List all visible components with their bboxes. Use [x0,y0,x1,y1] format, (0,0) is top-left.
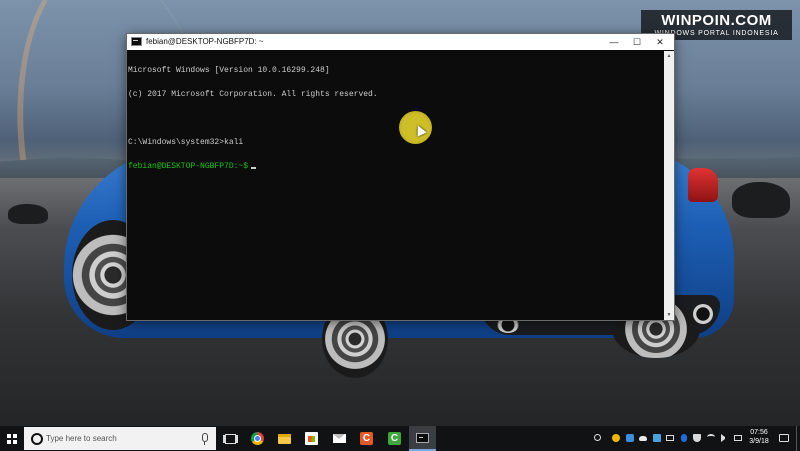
taskbar: C C 07:56 3/9/18 [0,426,800,451]
tray-photos[interactable] [651,426,663,451]
search-input[interactable] [46,427,196,450]
windows-logo-icon [7,434,17,444]
car-exhaust [693,304,713,324]
tray-bluetooth[interactable] [678,426,690,451]
taskbar-app-file-explorer[interactable] [271,426,298,451]
cortana-icon [31,433,43,445]
tray-wifi[interactable] [705,426,717,451]
taskbar-app-camtasia-recorder[interactable]: C [353,426,380,451]
action-center-icon[interactable] [779,434,789,442]
battery-icon [666,435,674,441]
console-window[interactable]: febian@DESKTOP-NGBFP7D: ~ — ☐ ✕ Microsof… [127,34,674,320]
console-line: C:\Windows\system32>kali [128,138,244,147]
chrome-icon [251,432,264,445]
clock-time: 07:56 [750,429,768,436]
camtasia-recorder-letter: C [362,433,371,444]
console-titlebar[interactable]: febian@DESKTOP-NGBFP7D: ~ — ☐ ✕ [127,34,674,50]
taskbar-app-camtasia-studio[interactable]: C [381,426,408,451]
console-output[interactable]: Microsoft Windows [Version 10.0.16299.24… [128,51,663,319]
show-desktop-button[interactable] [796,426,800,451]
tray-volume[interactable] [719,426,731,451]
start-button[interactable] [0,426,24,451]
task-view-button[interactable] [216,426,243,451]
bluetooth-icon [681,434,687,442]
console-scrollbar[interactable]: ▲ ▼ [664,51,674,320]
maximize-button[interactable]: ☐ [625,34,649,50]
store-bag-icon [305,432,318,445]
rock [8,204,48,224]
console-prompt-line: febian@DESKTOP-NGBFP7D:~$ [128,163,663,171]
onedrive-cloud-icon [639,436,647,441]
console-prompt: febian@DESKTOP-NGBFP7D:~$ [128,162,249,171]
chrome-sync-icon [612,434,620,442]
taskbar-app-chrome[interactable] [244,426,271,451]
photos-icon [653,434,661,442]
tray-battery[interactable] [664,426,676,451]
security-shield-icon [693,434,701,442]
minimize-button[interactable]: — [602,34,626,50]
tray-security[interactable] [691,426,703,451]
taskbar-clock[interactable]: 07:56 3/9/18 [747,428,771,446]
watermark-title: WINPOIN.COM [661,12,772,29]
tray-people[interactable] [591,426,603,451]
command-prompt-icon [416,433,429,443]
camtasia-studio-letter: C [390,433,399,444]
console-line: (c) 2017 Microsoft Corporation. All righ… [128,90,378,99]
folder-icon [278,434,291,444]
tray-keyboard[interactable] [732,426,744,451]
taskbar-app-command-prompt[interactable] [409,426,436,451]
scroll-up-arrow-icon[interactable]: ▲ [664,51,674,61]
console-line: Microsoft Windows [Version 10.0.16299.24… [128,66,330,75]
taskbar-app-mail[interactable] [326,426,353,451]
clock-date: 3/9/18 [749,438,769,445]
tray-network-share[interactable] [624,426,636,451]
wifi-icon [707,434,715,440]
rock [732,182,790,218]
mail-envelope-icon [333,434,346,443]
network-share-icon [626,434,634,442]
tray-chrome-sync[interactable] [610,426,622,451]
keyboard-icon [734,435,742,441]
close-button[interactable]: ✕ [648,34,672,50]
car-taillight [688,168,718,202]
tray-onedrive[interactable] [637,426,649,451]
console-app-icon[interactable] [131,37,142,46]
taskbar-app-store[interactable] [298,426,325,451]
people-icon [594,434,601,441]
microphone-icon[interactable] [202,433,208,445]
console-title: febian@DESKTOP-NGBFP7D: ~ [146,37,264,46]
scroll-down-arrow-icon[interactable]: ▼ [664,310,674,320]
task-view-icon [225,434,236,444]
text-cursor [251,167,257,169]
volume-icon [721,434,725,442]
search-box[interactable] [24,427,216,450]
